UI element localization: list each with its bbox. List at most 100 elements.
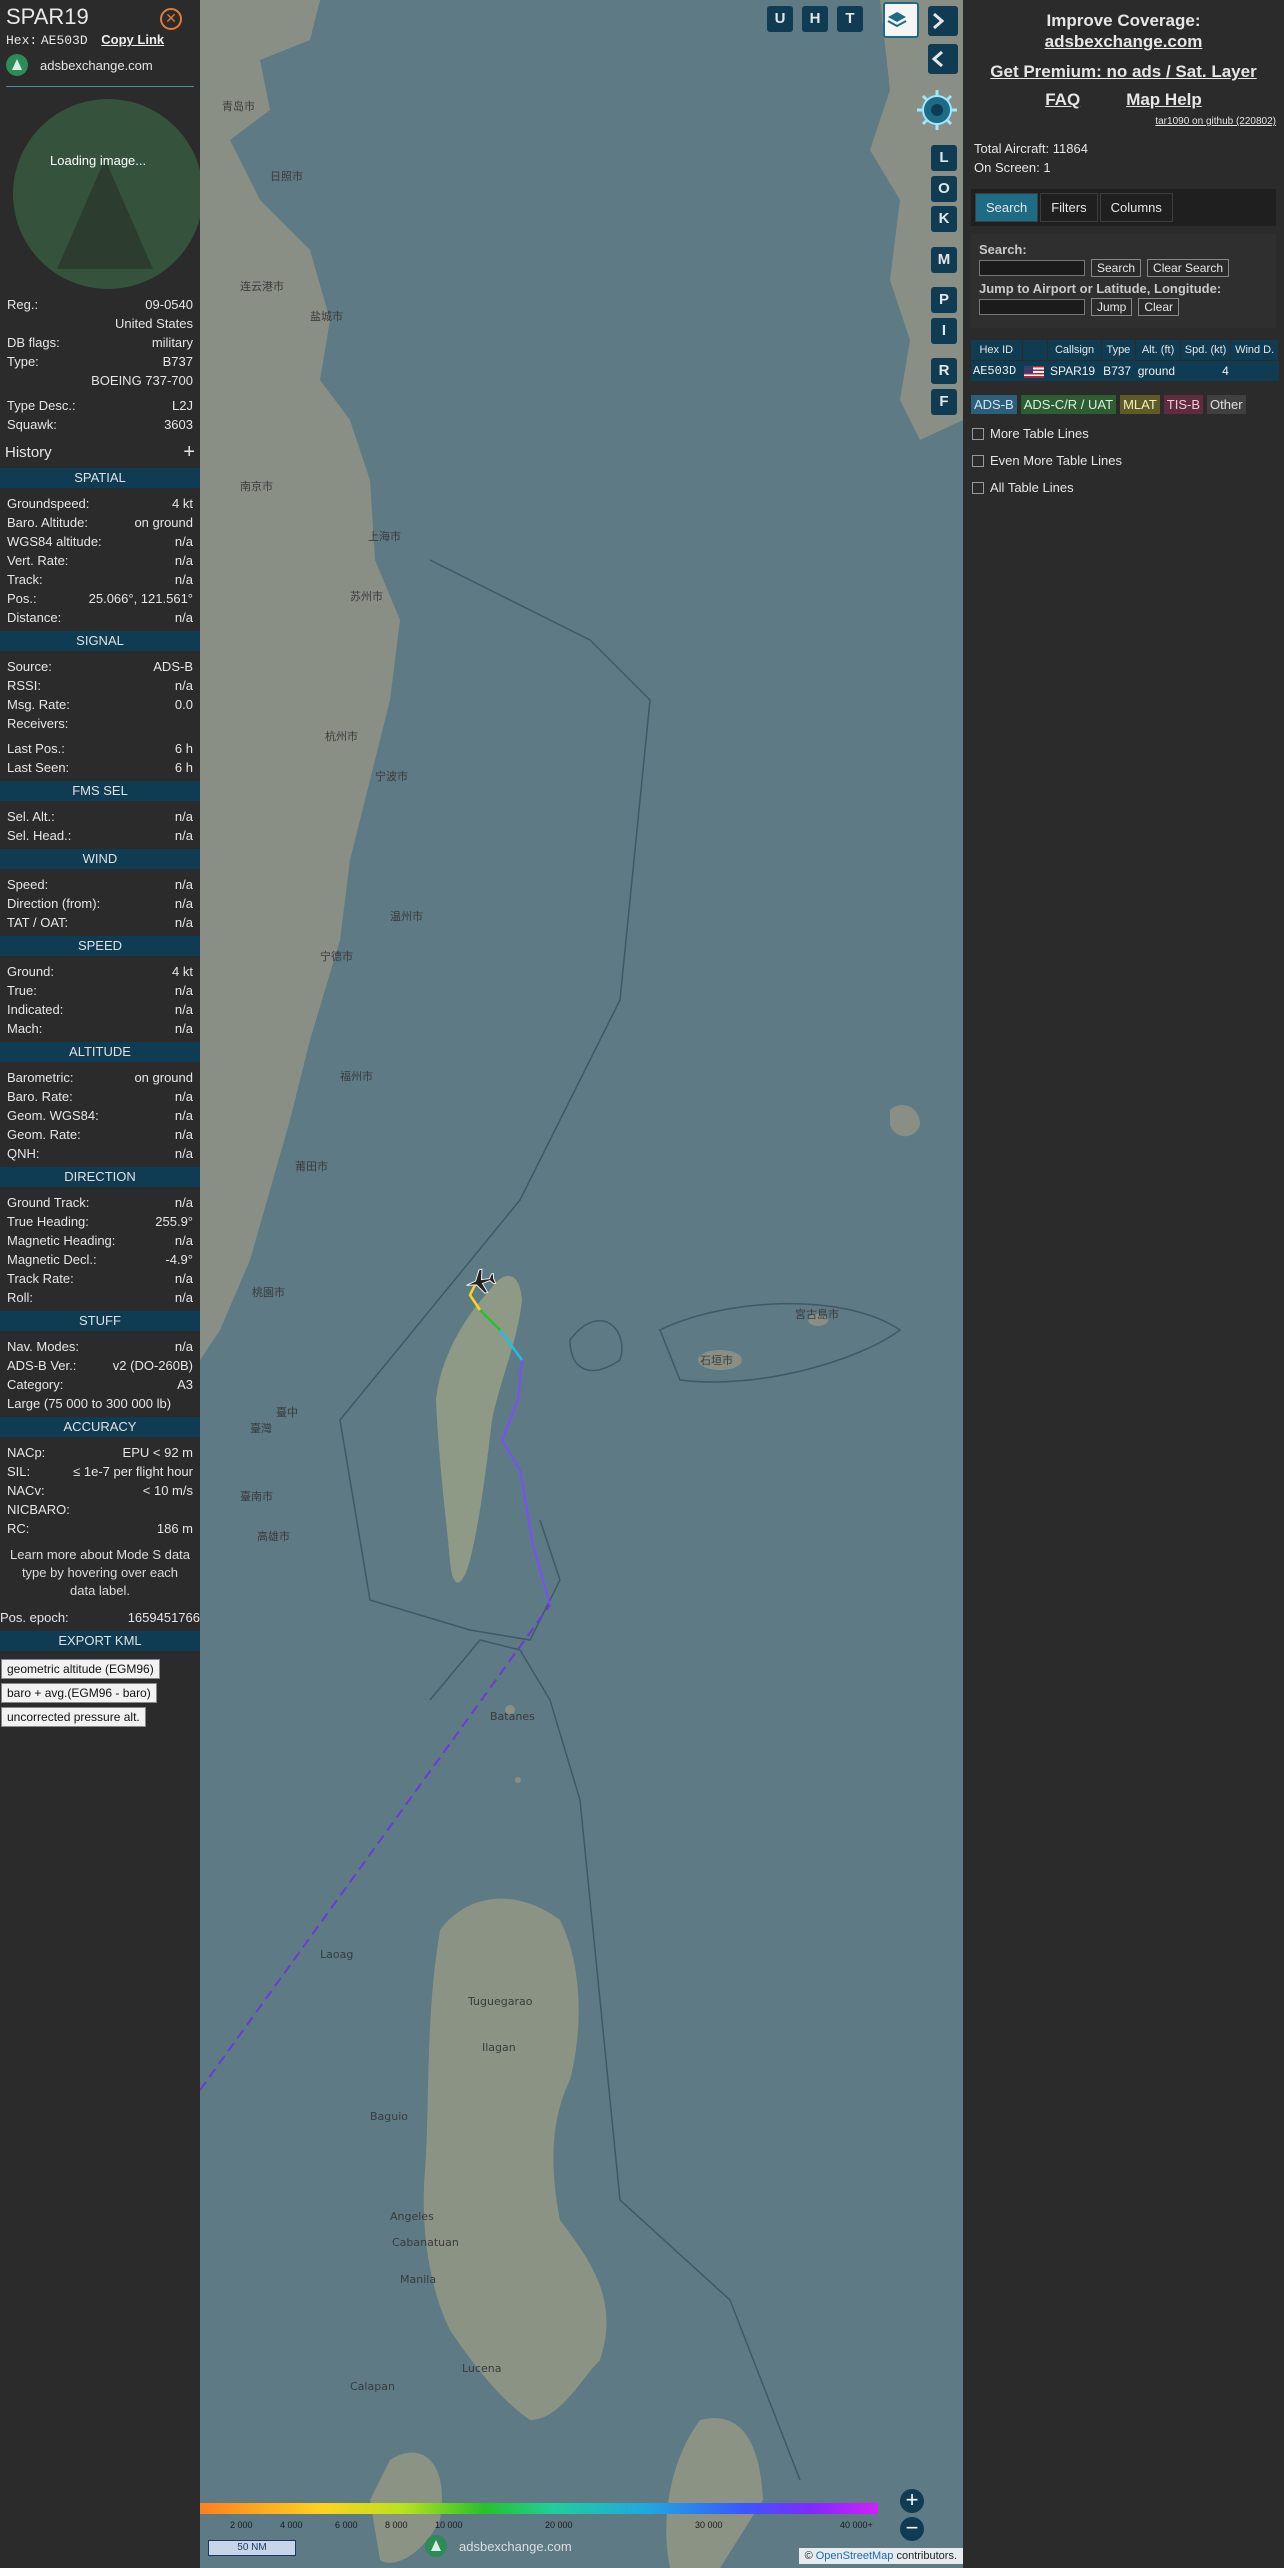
field-value: A3: [177, 1377, 193, 1392]
map-place-label: 臺灣: [250, 1421, 272, 1435]
col-hex-id[interactable]: Hex ID: [971, 340, 1023, 361]
adsbexchange-logo-icon: [425, 2535, 447, 2557]
aircraft-info-panel: SPAR19 ✕ Hex: AE503D Copy Link adsbexcha…: [0, 0, 200, 2568]
zoom-in-button[interactable]: +: [900, 2489, 924, 2513]
field-value: on ground: [134, 515, 193, 530]
aircraft-photo[interactable]: Loading image...: [5, 99, 200, 289]
map-place-label: 日照市: [270, 169, 303, 183]
map-button-o[interactable]: O: [931, 176, 957, 202]
map-view[interactable]: 青岛市 日照市 连云港市 盐城市 南京市 苏州市 上海市 杭州市 宁波市 温州市 福州市 宁德市 莆田市…: [200, 0, 963, 2568]
legend-ads-c-r-uat: ADS-C/R / UAT: [1020, 395, 1117, 414]
osm-link[interactable]: OpenStreetMap: [816, 2550, 894, 2562]
field-label: True Heading:: [7, 1214, 89, 1229]
search-input[interactable]: [979, 260, 1085, 276]
map-button-t[interactable]: T: [837, 6, 863, 32]
checkbox-icon[interactable]: [972, 454, 984, 467]
map-place-label: 高雄市: [257, 1529, 290, 1543]
legend-mlat: MLAT: [1120, 395, 1160, 414]
field-value: -4.9°: [165, 1252, 193, 1267]
geom-wgs84-row: Geom. WGS84: n/a: [0, 1106, 200, 1125]
clear-search-button[interactable]: Clear Search: [1147, 259, 1230, 277]
jump-input[interactable]: [979, 299, 1085, 315]
map-button-r[interactable]: R: [931, 358, 957, 384]
checkbox-label: More Table Lines: [990, 426, 1089, 441]
map-help-link[interactable]: Map Help: [1126, 90, 1202, 110]
faq-link[interactable]: FAQ: [1045, 90, 1080, 110]
map-button-l[interactable]: L: [931, 145, 957, 171]
all-table-lines-checkbox[interactable]: All Table Lines: [972, 480, 1284, 495]
zoom-out-button[interactable]: −: [900, 2517, 924, 2541]
even-more-table-lines-checkbox[interactable]: Even More Table Lines: [972, 453, 1284, 468]
more-table-lines-checkbox[interactable]: More Table Lines: [972, 426, 1284, 441]
improve-link[interactable]: adsbexchange.com: [963, 31, 1284, 52]
chevron-left-icon[interactable]: [928, 44, 958, 74]
altitude-tick: 6 000: [335, 2520, 358, 2530]
chevron-right-icon[interactable]: [928, 6, 958, 36]
kml-geometric-button[interactable]: geometric altitude (EGM96): [1, 1659, 160, 1679]
field-label: QNH:: [7, 1146, 40, 1161]
map-place-label: 苏州市: [350, 589, 383, 603]
col-type[interactable]: Type: [1101, 340, 1137, 361]
tab-search[interactable]: Search: [975, 193, 1039, 222]
search-panel: Search: Search Clear Search Jump to Airp…: [971, 234, 1276, 328]
dbflags-label: DB flags:: [7, 335, 60, 350]
category-desc: Large (75 000 to 300 000 lb): [7, 1396, 172, 1411]
field-label: NICBARO:: [7, 1502, 70, 1517]
us-flag-icon: [1024, 365, 1045, 378]
col-callsign[interactable]: Callsign: [1047, 340, 1102, 361]
col-speed[interactable]: Spd. (kt): [1180, 340, 1232, 361]
aircraft-stats: Total Aircraft: 11864 On Screen: 1: [974, 139, 1284, 177]
close-icon[interactable]: ✕: [160, 8, 182, 30]
map-button-m[interactable]: M: [931, 247, 957, 273]
map-place-label: 桃園市: [252, 1285, 285, 1299]
altitude-color-legend: [200, 2503, 878, 2514]
category-row: Category: A3: [0, 1375, 200, 1394]
jump-button[interactable]: Jump: [1091, 298, 1133, 316]
batanes-island: [515, 1777, 521, 1783]
settings-gear-icon[interactable]: [915, 88, 959, 132]
kml-baro-avg-button[interactable]: baro + avg.(EGM96 - baro): [1, 1683, 157, 1703]
checkbox-icon[interactable]: [972, 427, 984, 440]
map-canvas[interactable]: 青岛市日照市连云港市盐城市南京市苏州市 上海市杭州市宁波市温州市福州市 宁德市莆田市…: [200, 0, 963, 2568]
field-label: Mach:: [7, 1021, 43, 1036]
col-altitude[interactable]: Alt. (ft): [1135, 340, 1181, 361]
field-label: ADS-B Ver.:: [7, 1358, 77, 1373]
history-toggle[interactable]: History +: [0, 440, 200, 464]
layers-icon[interactable]: [883, 2, 919, 38]
improve-title: Improve Coverage:: [1046, 11, 1201, 30]
tab-columns[interactable]: Columns: [1099, 193, 1173, 222]
table-row[interactable]: AE503D SPAR19 B737 ground 4: [971, 360, 1279, 381]
col-flag[interactable]: [1022, 340, 1049, 361]
source-site[interactable]: adsbexchange.com: [6, 54, 194, 87]
github-link[interactable]: tar1090 on github (220802): [963, 116, 1276, 127]
field-value: n/a: [174, 1002, 193, 1017]
field-label: Nav. Modes:: [7, 1339, 80, 1354]
field-value: ≤ 1e-7 per flight hour: [73, 1464, 193, 1479]
tab-filters[interactable]: Filters: [1040, 193, 1098, 222]
copy-link[interactable]: Copy Link: [101, 32, 164, 47]
squawk-row: Squawk: 3603: [0, 415, 200, 434]
premium-link[interactable]: Get Premium: no ads / Sat. Layer: [963, 62, 1284, 82]
history-label: History: [5, 443, 52, 461]
field-value: ADS-B: [153, 659, 193, 674]
map-button-u[interactable]: U: [767, 6, 793, 32]
field-value: n/a: [174, 1290, 193, 1305]
map-button-h[interactable]: H: [802, 6, 828, 32]
field-label: NACp:: [7, 1445, 46, 1460]
field-value: on ground: [134, 1070, 193, 1085]
clear-button[interactable]: Clear: [1138, 298, 1180, 316]
col-wind-direction[interactable]: Wind D.: [1230, 340, 1279, 361]
map-button-f[interactable]: F: [931, 389, 957, 415]
map-button-i[interactable]: I: [931, 318, 957, 344]
map-button-p[interactable]: P: [931, 287, 957, 313]
map-button-k[interactable]: K: [931, 206, 957, 232]
checkbox-icon[interactable]: [972, 481, 984, 494]
field-label: Ground:: [7, 964, 54, 979]
field-label: Sel. Head.:: [7, 828, 72, 843]
search-button[interactable]: Search: [1091, 259, 1142, 277]
true-heading-row: True Heading: 255.9°: [0, 1212, 200, 1231]
sel-alt-row: Sel. Alt.: n/a: [0, 807, 200, 826]
field-value: n/a: [174, 983, 193, 998]
plus-icon[interactable]: +: [183, 441, 195, 464]
kml-uncorrected-button[interactable]: uncorrected pressure alt.: [1, 1707, 146, 1727]
